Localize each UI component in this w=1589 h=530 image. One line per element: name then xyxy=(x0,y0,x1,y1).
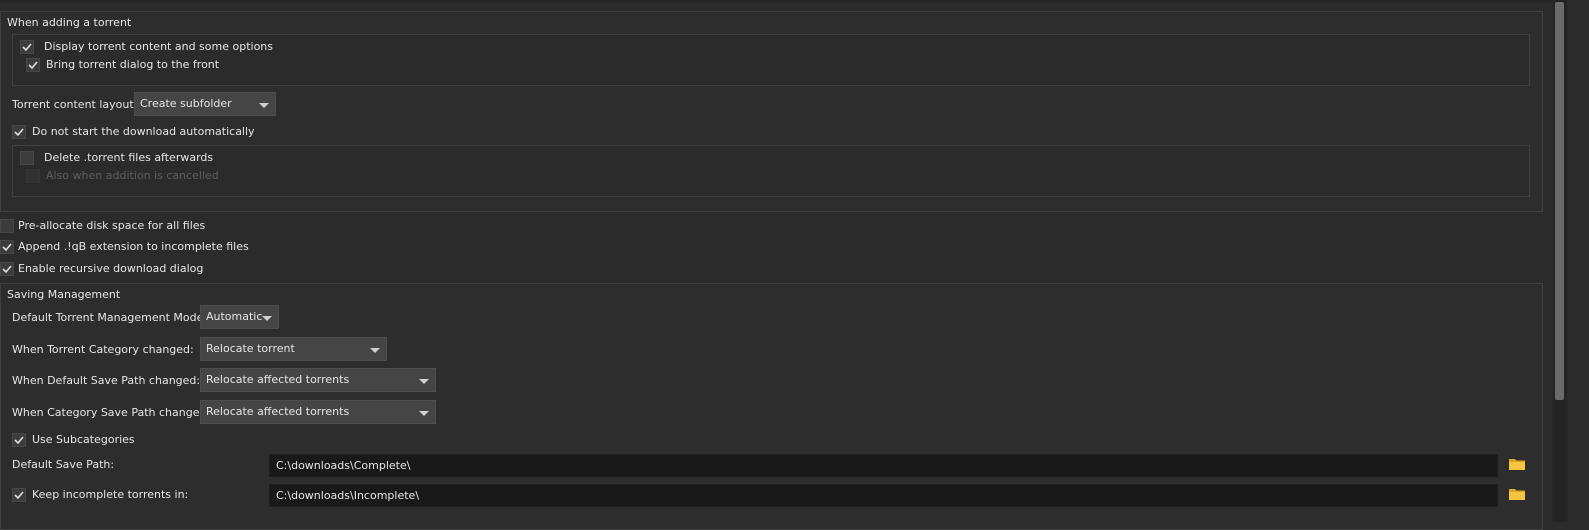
incomplete-path-value: C:\downloads\Incomplete\ xyxy=(276,489,420,502)
check-icon xyxy=(28,61,38,70)
scrollbar-thumb[interactable] xyxy=(1555,2,1564,400)
default-save-path-value: C:\downloads\Complete\ xyxy=(276,459,411,472)
default-path-changed-select[interactable]: Relocate affected torrents xyxy=(200,368,436,392)
top-divider xyxy=(0,0,1553,2)
default-save-path-input[interactable]: C:\downloads\Complete\ xyxy=(269,454,1498,477)
bring-front-checkbox[interactable] xyxy=(26,58,40,72)
browse-incomplete-path-button[interactable] xyxy=(1508,487,1526,504)
category-changed-value: Relocate torrent xyxy=(206,342,295,355)
use-subcategories-label[interactable]: Use Subcategories xyxy=(32,433,135,447)
delete-torrent-files-checkbox[interactable] xyxy=(20,151,34,165)
category-path-changed-value: Relocate affected torrents xyxy=(206,405,350,418)
display-content-label[interactable]: Display torrent content and some options xyxy=(44,40,273,54)
chevron-down-icon xyxy=(419,411,429,416)
mode-label: Default Torrent Management Mode: xyxy=(12,311,208,324)
display-content-checkbox[interactable] xyxy=(20,40,34,54)
management-mode-select[interactable]: Automatic xyxy=(200,305,279,329)
delete-torrent-files-label[interactable]: Delete .torrent files afterwards xyxy=(44,151,213,165)
default-path-changed-label: When Default Save Path changed: xyxy=(12,374,201,387)
use-subcategories-checkbox[interactable] xyxy=(12,433,26,447)
folder-icon xyxy=(1509,489,1525,500)
check-icon xyxy=(2,243,12,252)
check-icon xyxy=(14,491,24,500)
adding-group-title: When adding a torrent xyxy=(7,16,132,29)
preallocate-checkbox[interactable] xyxy=(0,219,14,233)
recursive-label[interactable]: Enable recursive download dialog xyxy=(18,262,203,276)
delete-torrent-box xyxy=(12,145,1530,197)
keep-incomplete-checkbox[interactable] xyxy=(12,488,26,502)
content-layout-label: Torrent content layout: xyxy=(12,98,138,111)
check-icon xyxy=(14,436,24,445)
chevron-down-icon xyxy=(370,348,380,353)
do-not-start-label[interactable]: Do not start the download automatically xyxy=(32,125,255,139)
do-not-start-checkbox[interactable] xyxy=(12,125,26,139)
check-icon xyxy=(22,43,32,52)
preallocate-label[interactable]: Pre-allocate disk space for all files xyxy=(18,219,205,233)
category-path-changed-label: When Category Save Path changed: xyxy=(12,406,211,419)
content-layout-select[interactable]: Create subfolder xyxy=(134,92,276,116)
append-ext-checkbox[interactable] xyxy=(0,240,14,254)
chevron-down-icon xyxy=(259,103,269,108)
also-when-cancelled-checkbox[interactable] xyxy=(26,169,40,183)
content-layout-value: Create subfolder xyxy=(140,97,232,110)
default-path-changed-value: Relocate affected torrents xyxy=(206,373,350,386)
category-changed-select[interactable]: Relocate torrent xyxy=(200,337,387,361)
category-changed-label: When Torrent Category changed: xyxy=(12,343,194,356)
recursive-checkbox[interactable] xyxy=(0,262,14,276)
bring-front-label[interactable]: Bring torrent dialog to the front xyxy=(46,58,219,72)
chevron-down-icon xyxy=(419,379,429,384)
category-path-changed-select[interactable]: Relocate affected torrents xyxy=(200,400,436,424)
check-icon xyxy=(14,128,24,137)
default-save-path-label: Default Save Path: xyxy=(12,458,115,471)
folder-icon xyxy=(1509,459,1525,470)
browse-default-path-button[interactable] xyxy=(1508,457,1526,474)
also-when-cancelled-label[interactable]: Also when addition is cancelled xyxy=(46,169,219,183)
check-icon xyxy=(2,265,12,274)
chevron-down-icon xyxy=(262,316,272,321)
keep-incomplete-label[interactable]: Keep incomplete torrents in: xyxy=(32,488,188,502)
saving-group-title: Saving Management xyxy=(7,288,121,301)
incomplete-path-input[interactable]: C:\downloads\Incomplete\ xyxy=(269,484,1498,507)
management-mode-value: Automatic xyxy=(206,310,263,323)
append-ext-label[interactable]: Append .!qB extension to incomplete file… xyxy=(18,240,249,254)
